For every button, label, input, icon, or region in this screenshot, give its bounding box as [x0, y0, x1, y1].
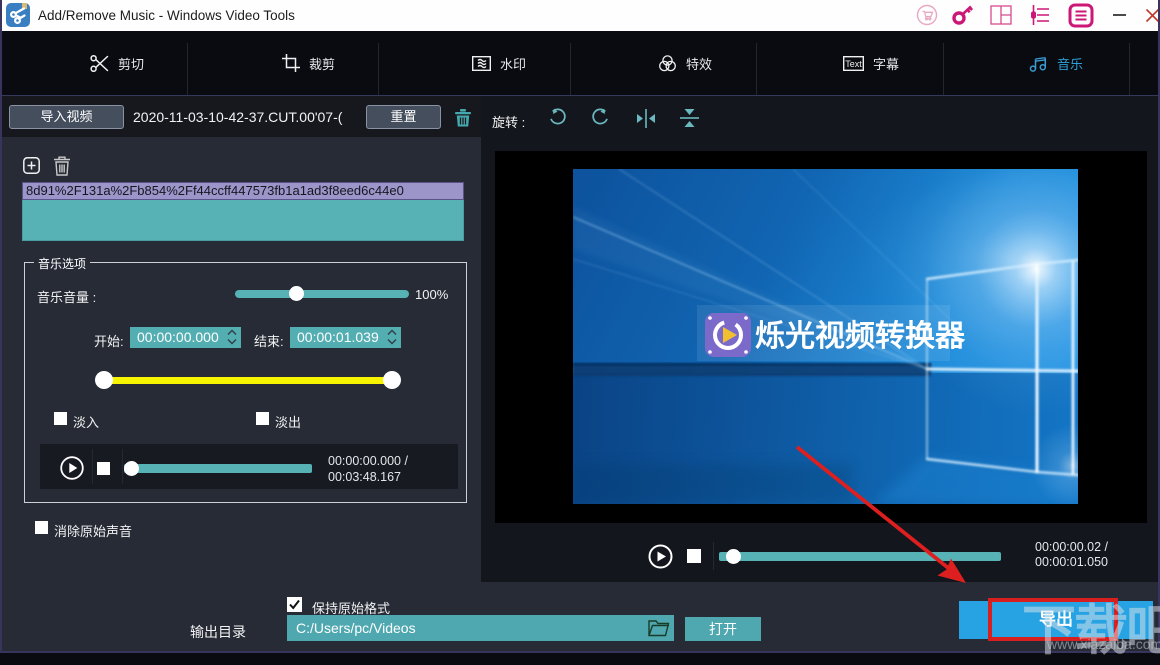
svg-text:Text: Text	[845, 59, 862, 69]
svg-text:烁光视频转换器: 烁光视频转换器	[755, 320, 966, 353]
